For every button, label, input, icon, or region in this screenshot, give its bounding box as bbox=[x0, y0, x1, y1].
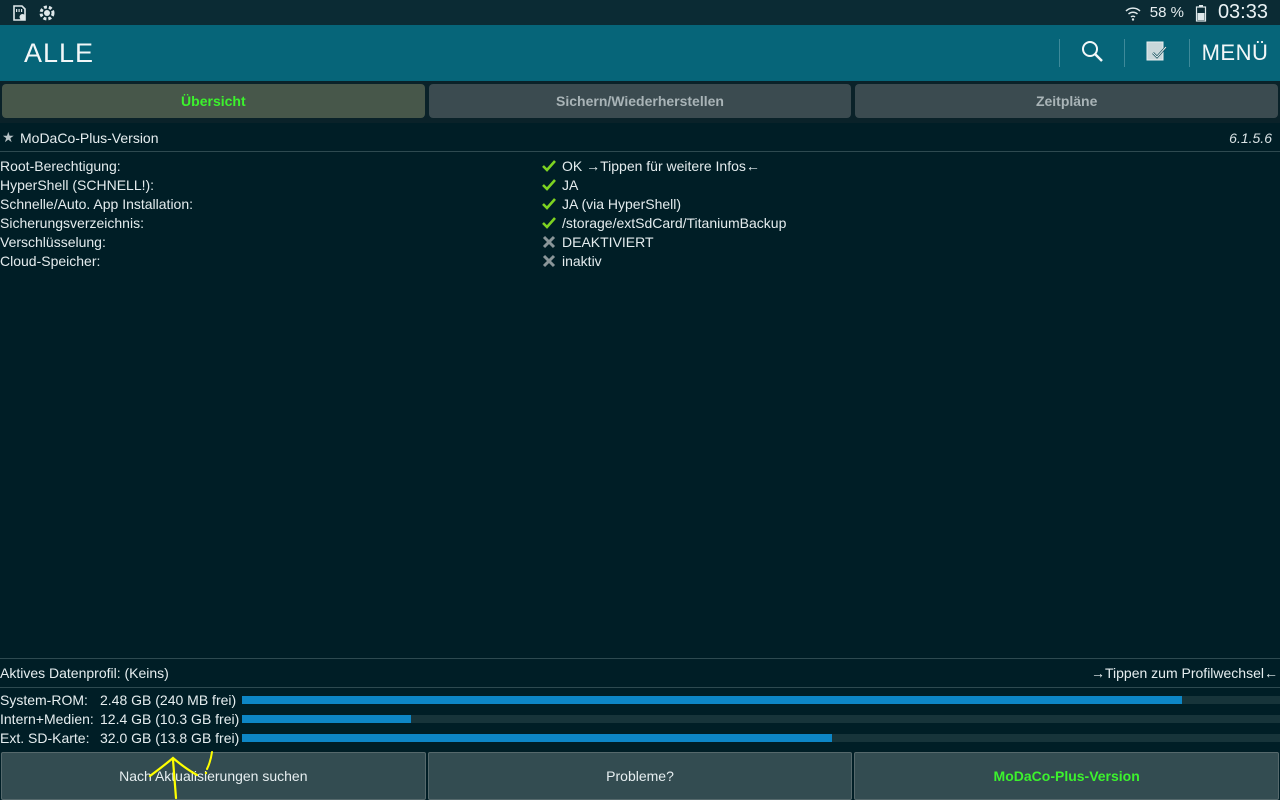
storage-value: 2.48 GB (240 MB frei) bbox=[100, 691, 237, 708]
checklist-icon bbox=[1144, 38, 1170, 69]
active-profile-label: Aktives Datenprofil: (Keins) bbox=[0, 665, 169, 681]
batch-actions-button[interactable] bbox=[1125, 25, 1189, 81]
battery-icon bbox=[1192, 4, 1210, 22]
battery-percent: 58 % bbox=[1149, 4, 1184, 21]
info-value: /storage/extSdCard/TitaniumBackup bbox=[562, 214, 787, 231]
version-title: MoDaCo-Plus-Version bbox=[20, 129, 159, 146]
info-row-root[interactable]: Root-Berechtigung: OK →Tippen für weiter… bbox=[0, 156, 1280, 175]
check-icon bbox=[542, 197, 556, 211]
sd-card-icon bbox=[10, 4, 28, 22]
check-updates-button[interactable]: Nach Aktualisierungen suchen bbox=[1, 752, 426, 800]
switch-profile-link[interactable]: →Tippen zum Profilwechsel← bbox=[1091, 665, 1278, 681]
storage-name: Ext. SD-Karte: bbox=[0, 729, 90, 746]
titanium-icon bbox=[38, 4, 56, 22]
tab-overview[interactable]: Übersicht bbox=[2, 84, 425, 118]
storage-bar bbox=[242, 695, 1280, 704]
check-icon bbox=[542, 159, 556, 173]
storage-row-internal: Intern+Medien: 12.4 GB (10.3 GB frei) bbox=[0, 709, 1280, 728]
check-icon bbox=[542, 216, 556, 230]
cross-icon bbox=[542, 235, 556, 249]
storage-value: 12.4 GB (10.3 GB frei) bbox=[100, 710, 240, 727]
version-button[interactable]: MoDaCo-Plus-Version bbox=[854, 752, 1280, 800]
info-value: OK →Tippen für weitere Infos← bbox=[562, 157, 760, 174]
info-value: DEAKTIVIERT bbox=[562, 233, 654, 250]
version-number: 6.1.5.6 bbox=[1229, 129, 1272, 146]
info-label: Cloud-Speicher: bbox=[0, 252, 101, 269]
status-bar: 58 % 03:33 bbox=[0, 0, 1280, 25]
info-label: HyperShell (SCHNELL!): bbox=[0, 176, 155, 193]
storage-bar bbox=[242, 714, 1280, 723]
storage-bar-fill bbox=[242, 733, 832, 742]
check-icon bbox=[542, 178, 556, 192]
info-value: inaktiv bbox=[562, 252, 602, 269]
star-icon: ★ bbox=[2, 129, 15, 145]
info-label: Schnelle/Auto. App Installation: bbox=[0, 195, 194, 212]
storage-bar-fill bbox=[242, 714, 412, 723]
info-row-cloud: Cloud-Speicher: inaktiv bbox=[0, 251, 1280, 270]
wifi-icon bbox=[1124, 4, 1142, 22]
search-button[interactable] bbox=[1060, 25, 1124, 81]
page-title[interactable]: ALLE bbox=[24, 38, 1059, 69]
storage-name: System-ROM: bbox=[0, 691, 88, 708]
tab-schedules[interactable]: Zeitpläne bbox=[855, 84, 1279, 118]
info-row-hypershell: HyperShell (SCHNELL!): JA bbox=[0, 175, 1280, 194]
status-info-list: Root-Berechtigung: OK →Tippen für weiter… bbox=[0, 156, 1280, 270]
menu-button[interactable]: MENÜ bbox=[1190, 25, 1280, 81]
search-icon bbox=[1080, 39, 1104, 68]
storage-bar bbox=[242, 733, 1280, 742]
storage-list: System-ROM: 2.48 GB (240 MB frei) Intern… bbox=[0, 690, 1280, 747]
info-value: JA bbox=[562, 176, 579, 193]
problems-button[interactable]: Probleme? bbox=[427, 752, 853, 800]
action-bar: ALLE MENÜ bbox=[0, 25, 1280, 81]
info-value: JA (via HyperShell) bbox=[562, 195, 682, 212]
storage-value: 32.0 GB (13.8 GB frei) bbox=[100, 729, 240, 746]
clock: 03:33 bbox=[1217, 1, 1268, 23]
data-profile-row[interactable]: Aktives Datenprofil: (Keins) →Tippen zum… bbox=[0, 658, 1280, 688]
tab-backup-restore[interactable]: Sichern/Wiederherstellen bbox=[428, 84, 852, 118]
storage-bar-fill bbox=[242, 695, 1183, 704]
bottom-button-bar: Nach Aktualisierungen suchen Probleme? M… bbox=[0, 752, 1280, 800]
storage-row-sdcard: Ext. SD-Karte: 32.0 GB (13.8 GB frei) bbox=[0, 728, 1280, 747]
info-label: Root-Berechtigung: bbox=[0, 157, 121, 174]
info-row-encryption: Verschlüsselung: DEAKTIVIERT bbox=[0, 232, 1280, 251]
info-label: Sicherungsverzeichnis: bbox=[0, 214, 144, 231]
cross-icon bbox=[542, 254, 556, 268]
version-header: ★ MoDaCo-Plus-Version 6.1.5.6 bbox=[0, 124, 1280, 152]
info-row-auto-install: Schnelle/Auto. App Installation: JA (via… bbox=[0, 194, 1280, 213]
storage-row-system: System-ROM: 2.48 GB (240 MB frei) bbox=[0, 690, 1280, 709]
tab-bar: Übersicht Sichern/Wiederherstellen Zeitp… bbox=[0, 81, 1280, 123]
info-label: Verschlüsselung: bbox=[0, 233, 106, 250]
storage-name: Intern+Medien: bbox=[0, 710, 94, 727]
info-row-backup-dir: Sicherungsverzeichnis: /storage/extSdCar… bbox=[0, 213, 1280, 232]
